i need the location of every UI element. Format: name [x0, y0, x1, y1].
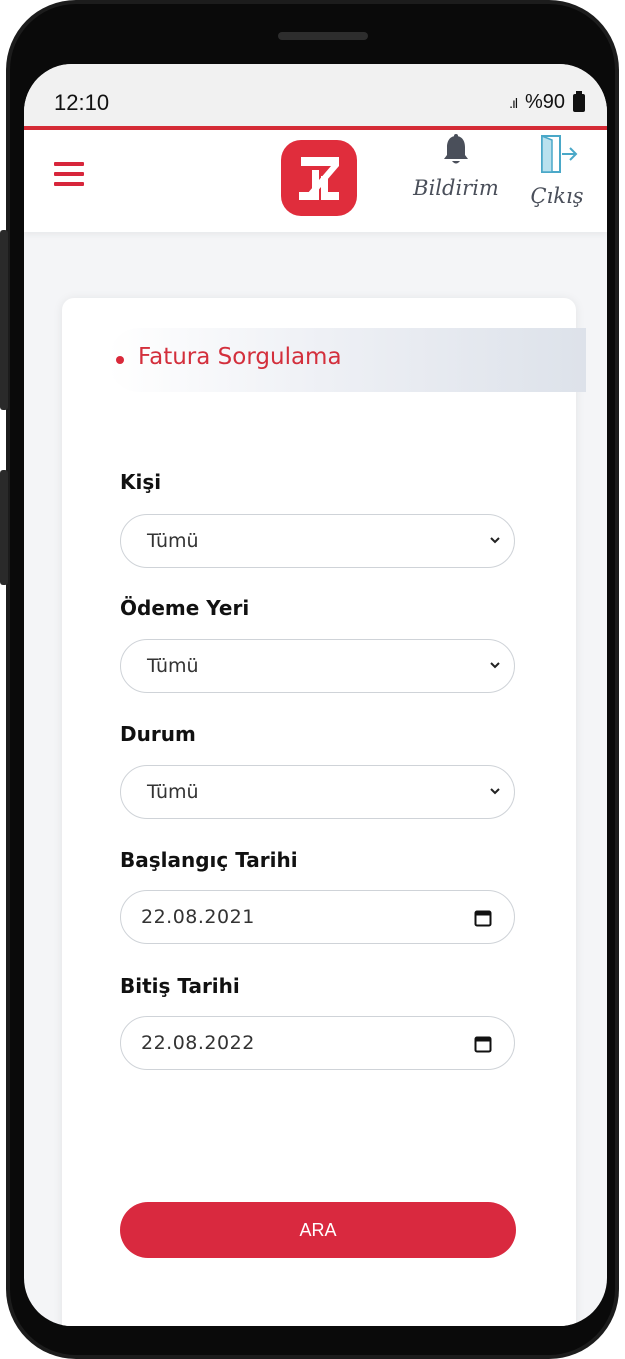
status-bar: 12:10 .ıl %90 [24, 64, 607, 126]
app-logo[interactable] [281, 140, 357, 216]
page-title: Fatura Sorgulama [138, 344, 342, 370]
chevron-down-icon [490, 537, 500, 544]
app-screen: 12:10 .ıl %90 Bildirim Çıkış Fatura Sorg… [24, 64, 607, 1326]
calendar-icon[interactable] [474, 1035, 492, 1053]
status-time: 12:10 [54, 90, 110, 115]
volume-button [0, 230, 8, 410]
start-date-value: 22.08.2021 [141, 906, 255, 928]
app-header: Bildirim Çıkış [24, 130, 607, 232]
signal-icon: .ıl [509, 94, 518, 111]
earpiece-speaker [278, 32, 368, 40]
invoice-query-card: Fatura Sorgulama Kişi Tümü Ödeme Yeri Tü… [62, 298, 586, 1326]
end-date-label: Bitiş Tarihi [120, 974, 240, 998]
end-date-input[interactable]: 22.08.2022 [120, 1016, 515, 1070]
chevron-down-icon [490, 788, 500, 795]
bullet-dot [116, 356, 124, 364]
payment-place-value: Tümü [147, 655, 199, 677]
person-label: Kişi [120, 470, 162, 494]
end-date-value: 22.08.2022 [141, 1032, 255, 1054]
logout-label: Çıkış [530, 184, 584, 208]
power-button [0, 470, 8, 585]
status-indicators: .ıl %90 [509, 90, 585, 114]
door-exit-icon [541, 134, 578, 173]
status-label: Durum [120, 722, 196, 746]
notification-button[interactable]: Bildirim [406, 134, 506, 200]
payment-place-select[interactable]: Tümü [120, 639, 515, 693]
status-select-value: Tümü [147, 781, 199, 803]
chevron-down-icon [490, 662, 500, 669]
search-button[interactable]: ARA [120, 1202, 516, 1258]
calendar-icon[interactable] [474, 909, 492, 927]
battery-icon [573, 90, 585, 112]
start-date-input[interactable]: 22.08.2021 [120, 890, 515, 944]
battery-level: %90 [524, 91, 565, 113]
hamburger-menu-icon[interactable] [54, 162, 84, 188]
start-date-label: Başlangıç Tarihi [120, 848, 298, 872]
bell-icon [444, 134, 468, 164]
notification-label: Bildirim [413, 176, 499, 200]
person-select[interactable]: Tümü [120, 514, 515, 568]
zt-logo-icon [299, 157, 339, 200]
person-select-value: Tümü [147, 530, 199, 552]
logout-button[interactable]: Çıkış [518, 134, 596, 208]
section-header: Fatura Sorgulama [108, 328, 586, 392]
payment-place-label: Ödeme Yeri [120, 596, 250, 620]
status-select[interactable]: Tümü [120, 765, 515, 819]
